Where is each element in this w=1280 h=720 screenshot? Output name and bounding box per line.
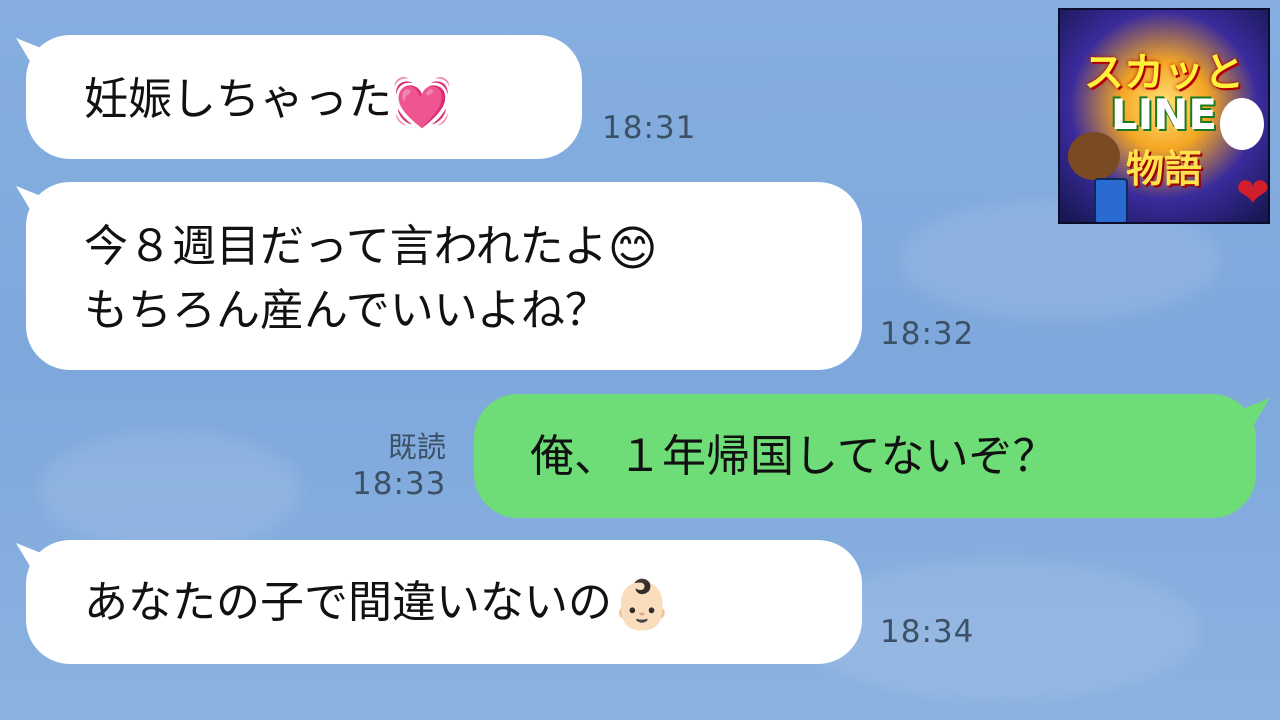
message-timestamp: 18:31 bbox=[602, 110, 697, 146]
message-bubble-outgoing[interactable]: 俺、１年帰国してないぞ？ bbox=[474, 394, 1256, 518]
message-timestamp: 18:32 bbox=[880, 316, 975, 352]
message-text: あなたの子で間違いないの bbox=[84, 577, 612, 628]
message-text: 今８週目だって言われたよ bbox=[84, 221, 608, 272]
bunny-character-icon bbox=[1220, 98, 1264, 150]
baby-emoji-icon: 👶🏻 bbox=[612, 577, 672, 633]
bear-character-icon bbox=[1068, 132, 1120, 180]
smiling-face-emoji-icon: 😊 bbox=[607, 221, 658, 277]
message-timestamp: 18:33 bbox=[352, 466, 447, 502]
broken-heart-icon: ❤ bbox=[1236, 170, 1270, 216]
smartphone-icon bbox=[1094, 178, 1128, 222]
message-bubble-incoming[interactable]: あなたの子で間違いないの👶🏻 bbox=[26, 540, 862, 664]
message-text: 俺、１年帰国してないぞ？ bbox=[530, 431, 1057, 482]
message-bubble-incoming[interactable]: 今８週目だって言われたよ😊 もちろん産んでいいよね？ bbox=[26, 182, 862, 370]
message-text: 妊娠しちゃった bbox=[84, 74, 392, 125]
background-cloud bbox=[40, 430, 300, 550]
message-bubble-incoming[interactable]: 妊娠しちゃった💓 bbox=[26, 35, 582, 159]
heart-emoji-icon: 💓 bbox=[392, 74, 452, 130]
message-text: もちろん産んでいいよね？ bbox=[84, 285, 609, 336]
channel-logo: スカッと LINE 物語 ❤ bbox=[1058, 8, 1270, 224]
message-timestamp: 18:34 bbox=[880, 614, 975, 650]
read-status: 既読 bbox=[388, 430, 447, 464]
